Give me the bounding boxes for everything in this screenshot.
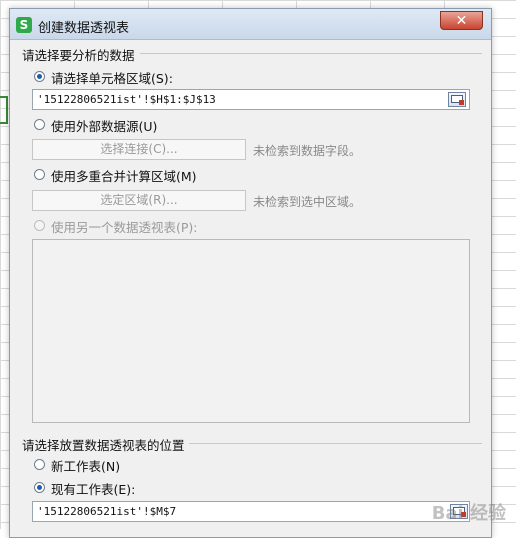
wps-app-icon: S [16, 17, 32, 33]
radio-other-pivot-label: 使用另一个数据透视表(P): [51, 220, 198, 235]
radio-external-source-label[interactable]: 使用外部数据源(U) [51, 116, 157, 135]
select-range-button[interactable]: 选定区域(R)... [32, 190, 246, 211]
cell-range-input[interactable]: '15122806521ist'!$H$1:$J$13 [32, 89, 470, 110]
create-pivot-table-dialog: S 创建数据透视表 ✕ 请选择要分析的数据 请选择单元格区域(S): '1512… [9, 8, 492, 538]
pivot-table-list [32, 239, 470, 423]
existing-sheet-input[interactable]: '15122806521ist'!$M$7 [32, 501, 470, 522]
range-hint: 未检索到选中区域。 [253, 195, 362, 209]
dest-group-separator [182, 443, 482, 444]
radio-new-sheet[interactable] [34, 459, 45, 470]
radio-other-pivot [34, 220, 45, 231]
radio-new-sheet-label[interactable]: 新工作表(N) [51, 456, 120, 475]
close-button[interactable]: ✕ [440, 11, 483, 30]
close-icon: ✕ [455, 13, 468, 29]
dest-group-title: 请选择放置数据透视表的位置 [22, 435, 189, 454]
range-picker-icon[interactable] [448, 92, 466, 107]
radio-external-source[interactable] [34, 119, 45, 130]
radio-consolidate-ranges[interactable] [34, 169, 45, 180]
source-group-separator [140, 53, 482, 54]
radio-consolidate-ranges-label[interactable]: 使用多重合并计算区域(M) [51, 166, 197, 185]
dialog-title: 创建数据透视表 [38, 21, 130, 36]
radio-cell-range-label[interactable]: 请选择单元格区域(S): [51, 68, 173, 87]
source-group-title: 请选择要分析的数据 [22, 45, 139, 64]
selected-cell-outline [0, 96, 8, 124]
choose-connection-button[interactable]: 选择连接(C)... [32, 139, 246, 160]
radio-cell-range[interactable] [34, 71, 45, 82]
watermark: Bai 经验 [431, 503, 506, 524]
dialog-titlebar[interactable]: S 创建数据透视表 ✕ [10, 9, 491, 40]
connection-hint: 未检索到数据字段。 [253, 144, 362, 158]
radio-existing-sheet[interactable] [34, 482, 45, 493]
radio-existing-sheet-label[interactable]: 现有工作表(E): [51, 479, 135, 498]
